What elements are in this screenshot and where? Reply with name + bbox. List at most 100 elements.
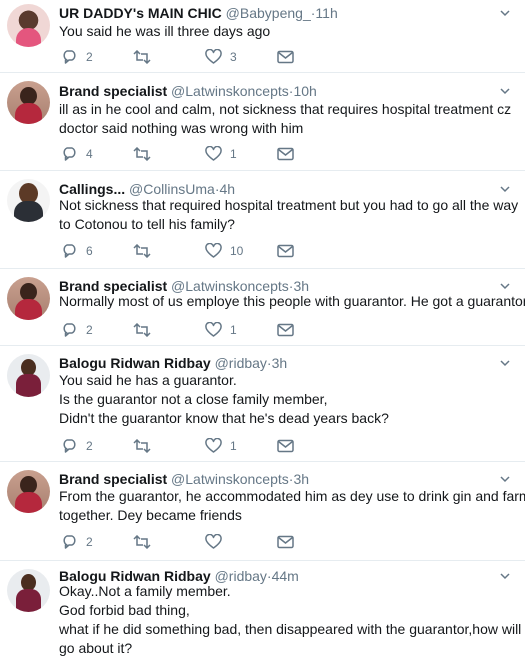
display-name[interactable]: Brand specialist [59,83,167,99]
tweet-text: Not sickness that required hospital trea… [59,196,519,234]
timestamp[interactable]: 11h [315,5,337,21]
like-count: 1 [230,323,237,337]
reply-count: 4 [86,147,93,161]
like-button[interactable]: 1 [205,321,237,339]
reply-count: 2 [86,50,93,64]
chevron-down-icon[interactable] [499,85,511,97]
chevron-down-icon[interactable] [499,570,511,582]
timestamp[interactable]: 3h [272,355,288,371]
like-button[interactable]: 10 [205,242,243,260]
avatar[interactable] [7,4,50,47]
heart-icon [205,438,222,453]
envelope-icon [277,244,294,258]
reply-button[interactable]: 2 [61,437,93,455]
tweet-text: You said he has a guarantor. Is the guar… [59,371,509,428]
retweet-button[interactable] [133,321,159,339]
reply-button[interactable]: 4 [61,145,93,163]
heart-icon [205,534,222,549]
direct-message-button[interactable] [277,533,294,551]
display-name[interactable]: Callings... [59,181,125,197]
like-button[interactable]: 3 [205,48,237,66]
tweet[interactable]: Brand specialist @Latwinskoncepts·3h Nor… [0,269,525,346]
chevron-down-icon[interactable] [499,280,511,292]
reply-count: 6 [86,244,93,258]
chevron-down-icon[interactable] [499,357,511,369]
avatar[interactable] [7,277,50,320]
like-button[interactable]: 1 [205,437,237,455]
heart-icon [205,243,222,258]
display-name[interactable]: UR DADDY's MAIN CHIC [59,5,222,21]
user-handle[interactable]: @CollinsUma [129,181,215,197]
tweet-text-line: together. Dey became friends [59,507,242,523]
like-button[interactable]: 1 [205,145,237,163]
tweet-text-line: to Cotonou to tell his family? [59,216,235,232]
tweet-text: From the guarantor, he accommodated him … [59,487,525,525]
tweet-text-line: God forbid bad thing, [59,602,190,618]
tweet[interactable]: UR DADDY's MAIN CHIC @Babypeng_·11h You … [0,0,525,73]
chevron-down-icon[interactable] [499,183,511,195]
reply-button[interactable]: 2 [61,533,93,551]
user-handle[interactable]: @ridbay [215,355,267,371]
retweet-button[interactable] [133,48,159,66]
direct-message-button[interactable] [277,321,294,339]
display-name[interactable]: Brand specialist [59,471,167,487]
tweet-text-line: Normally most of us employe this people … [59,293,525,309]
avatar[interactable] [7,81,50,124]
avatar[interactable] [7,179,50,222]
timestamp[interactable]: 10h [293,83,316,99]
retweet-button[interactable] [133,242,159,260]
direct-message-button[interactable] [277,145,294,163]
avatar[interactable] [7,470,50,513]
like-button[interactable] [205,533,230,551]
reply-count: 2 [86,323,93,337]
retweet-button[interactable] [133,437,159,455]
tweet-text-line: Not sickness that required hospital trea… [59,197,519,213]
user-handle[interactable]: @Babypeng_ [226,5,311,21]
reply-button[interactable]: 2 [61,321,93,339]
reply-icon [63,50,76,64]
tweet-header: Brand specialist @Latwinskoncepts·3h [59,470,309,488]
chevron-down-icon[interactable] [499,7,511,19]
tweet-header: Brand specialist @Latwinskoncepts·10h [59,82,317,100]
like-count: 1 [230,147,237,161]
tweet-text: Normally most of us employe this people … [59,292,525,311]
chevron-down-icon[interactable] [499,473,511,485]
direct-message-button[interactable] [277,242,294,260]
direct-message-button[interactable] [277,437,294,455]
reply-button[interactable]: 2 [61,48,93,66]
retweet-button[interactable] [133,533,159,551]
tweet-text-line: go about it? [59,640,133,656]
reply-button[interactable]: 6 [61,242,93,260]
tweet-text-line: From the guarantor, he accommodated him … [59,488,525,504]
like-count: 1 [230,439,237,453]
tweet[interactable]: Balogu Ridwan Ridbay @ridbay·44m Okay..N… [0,561,525,658]
envelope-icon [277,323,294,337]
heart-icon [205,322,222,337]
tweet-text-line: You said he was ill three days ago [59,23,271,39]
avatar[interactable] [7,354,50,397]
reply-icon [63,147,76,161]
tweet[interactable]: Brand specialist @Latwinskoncepts·10h il… [0,73,525,171]
retweet-icon [133,323,151,337]
retweet-button[interactable] [133,145,159,163]
avatar[interactable] [7,569,50,612]
tweet[interactable]: Callings... @CollinsUma·4h Not sickness … [0,171,525,269]
user-handle[interactable]: @Latwinskoncepts [171,83,289,99]
user-handle[interactable]: @Latwinskoncepts [171,471,289,487]
tweet[interactable]: Balogu Ridwan Ridbay @ridbay·3h You said… [0,346,525,462]
tweet-text-line: what if he did something bad, then disap… [59,621,525,637]
timestamp[interactable]: 4h [219,181,235,197]
envelope-icon [277,439,294,453]
tweet-text-line: You said he has a guarantor. [59,372,237,388]
direct-message-button[interactable] [277,48,294,66]
retweet-icon [133,147,151,161]
reply-icon [63,244,76,258]
display-name[interactable]: Balogu Ridwan Ridbay [59,355,211,371]
envelope-icon [277,535,294,549]
tweet-text-line: doctor said nothing was wrong with him [59,120,304,136]
tweet[interactable]: Brand specialist @Latwinskoncepts·3h Fro… [0,462,525,561]
tweet-text-line: Didn't the guarantor know that he's dead… [59,410,389,426]
heart-icon [205,49,222,64]
timestamp[interactable]: 3h [293,471,309,487]
tweet-text: Okay..Not a family member. God forbid ba… [59,582,525,658]
